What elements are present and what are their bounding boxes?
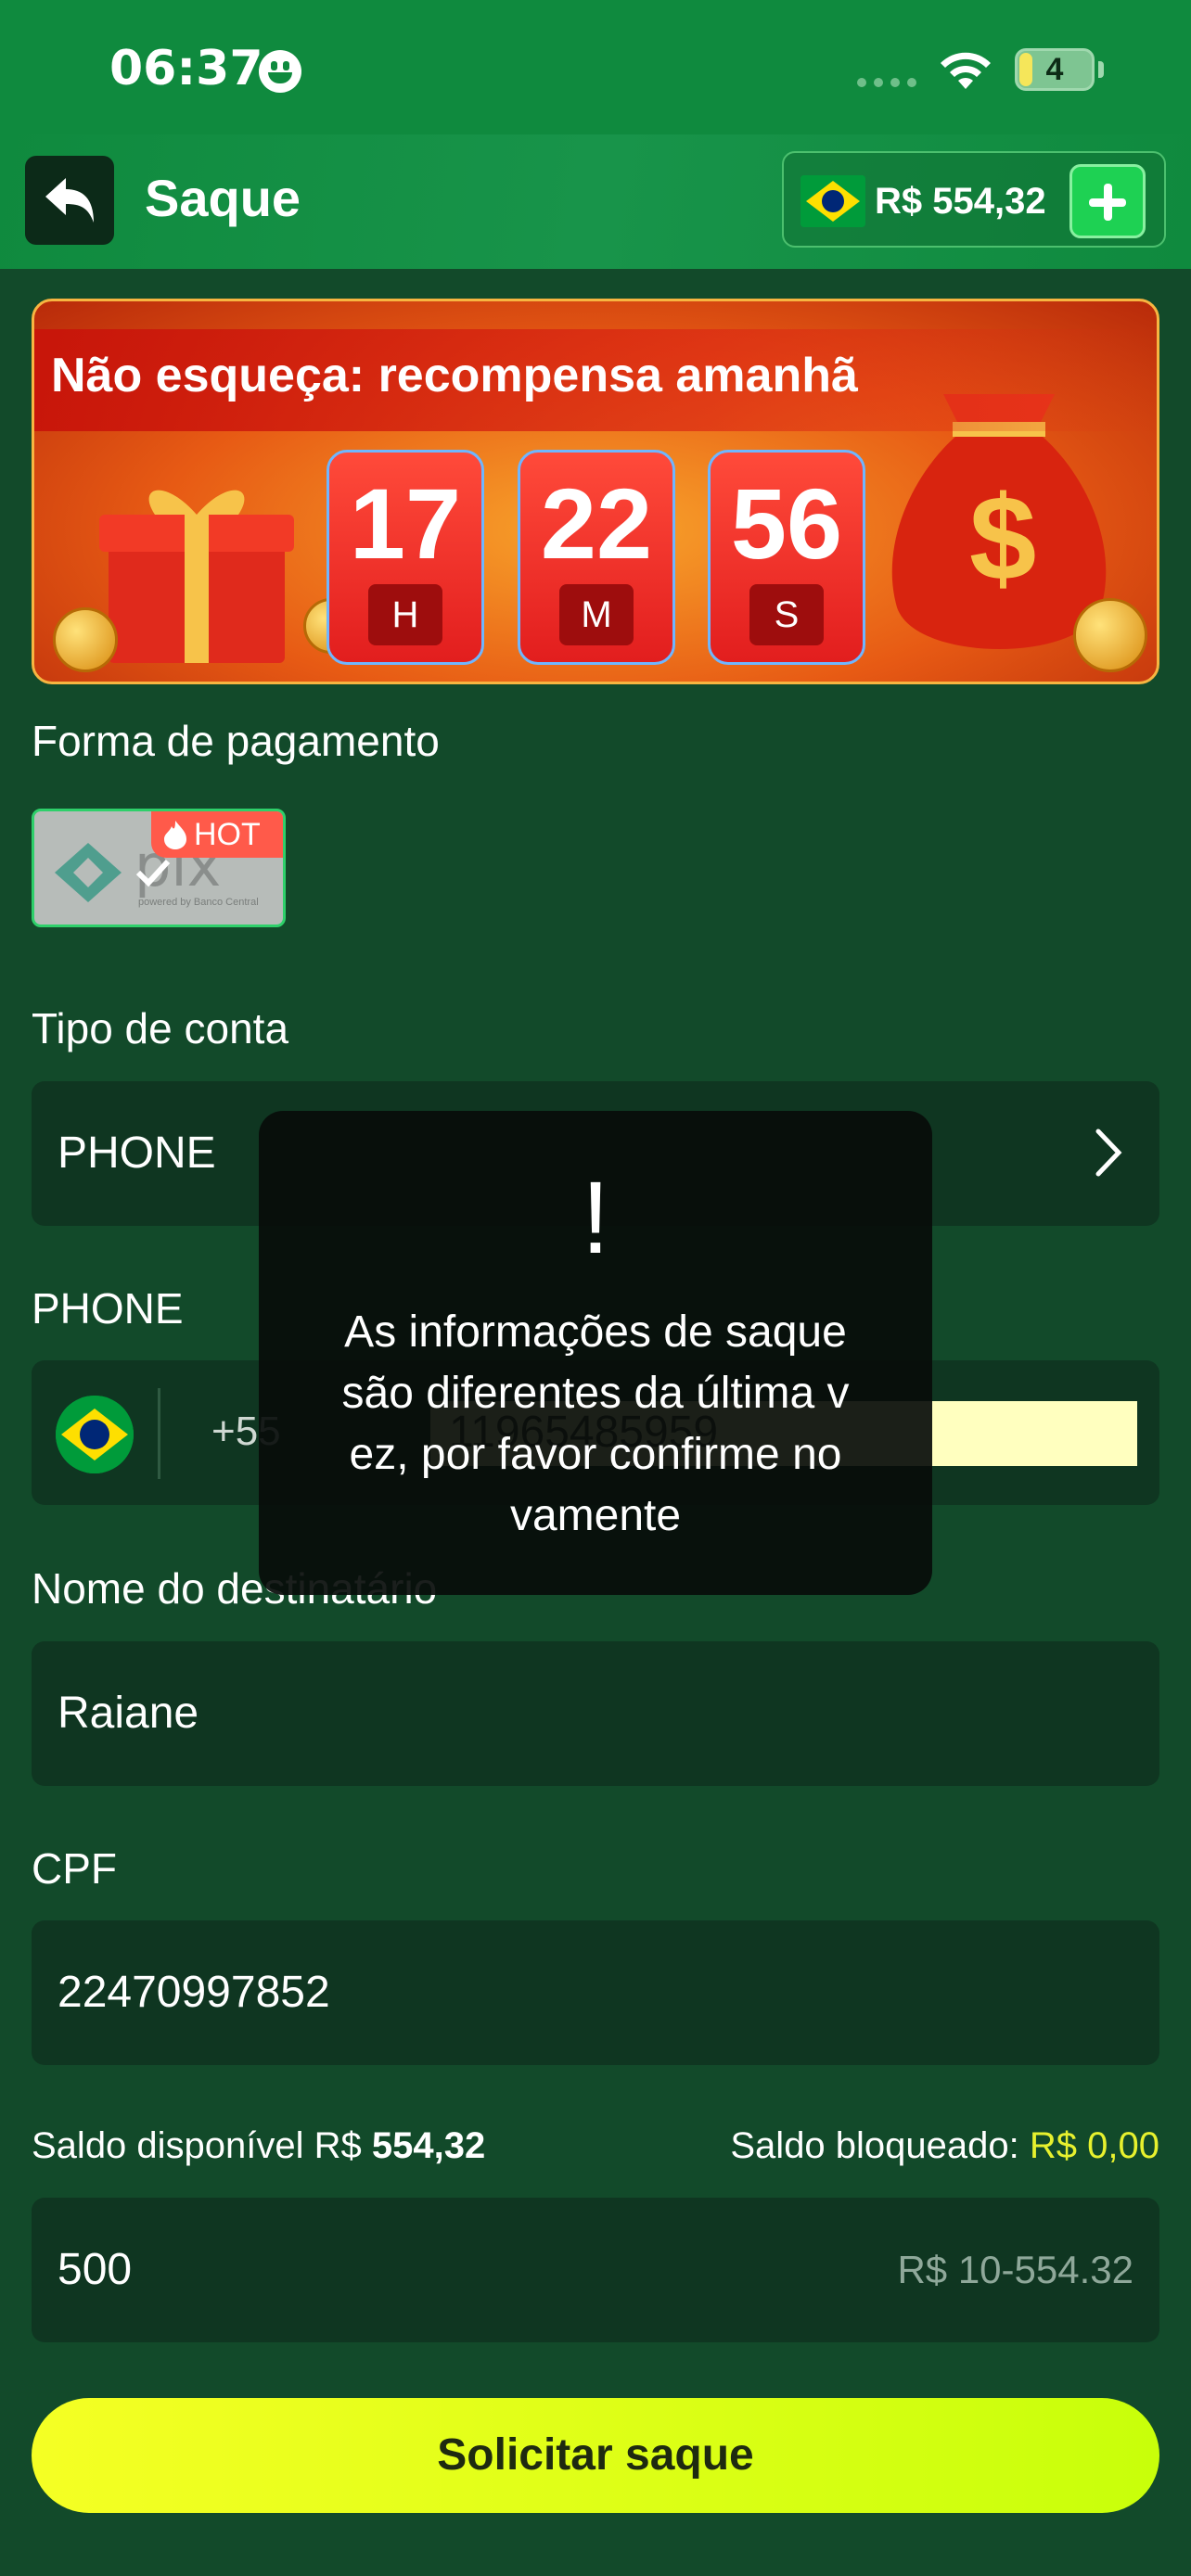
check-icon	[135, 859, 171, 887]
recipient-value: Raiane	[58, 1689, 199, 1738]
hot-badge: HOT	[151, 811, 283, 858]
toast-message: As informações de saque são diferentes d…	[341, 1307, 850, 1540]
back-arrow-icon	[45, 178, 94, 223]
banner-title: Não esqueça: recompensa amanhã	[51, 349, 858, 402]
status-time: 06:37	[109, 41, 263, 96]
cpf-label: CPF	[32, 1844, 117, 1893]
chevron-right-icon	[1095, 1129, 1122, 1177]
account-type-value: PHONE	[58, 1129, 216, 1178]
battery-icon: 4	[1015, 48, 1095, 91]
flame-icon	[164, 821, 186, 849]
brazil-flag-icon	[800, 175, 865, 227]
gift-box-icon	[99, 490, 294, 663]
page-title: Saque	[145, 169, 301, 227]
phone-label: PHONE	[32, 1284, 184, 1333]
pix-method-sub: powered by Banco Central	[138, 897, 259, 908]
cpf-input[interactable]: 22470997852	[32, 1920, 1159, 2065]
deposit-add-button[interactable]	[1069, 164, 1146, 238]
battery-level: 4	[1045, 52, 1064, 87]
amount-input[interactable]: 500 R$ 10-554.32	[32, 2198, 1159, 2342]
payment-method-label: Forma de pagamento	[32, 717, 440, 765]
balances-row: Saldo disponível R$ 554,32 Saldo bloquea…	[32, 2125, 1159, 2172]
amount-range-hint: R$ 10-554.32	[897, 2248, 1133, 2291]
header-balance: R$ 554,32	[875, 181, 1046, 222]
status-bar: 06:37 4	[0, 0, 1191, 134]
app-header: Saque R$ 554,32	[0, 134, 1191, 269]
smiley-face-icon	[259, 50, 301, 93]
timer-seconds: 56 S	[708, 450, 865, 665]
balance-pill: R$ 554,32	[782, 151, 1166, 248]
coin-icon	[53, 607, 118, 672]
account-type-label: Tipo de conta	[32, 1004, 289, 1052]
timer-minutes: 22 M	[518, 450, 675, 665]
cpf-value: 22470997852	[58, 1968, 330, 2017]
blocked-balance: Saldo bloqueado: R$ 0,00	[730, 2125, 1159, 2166]
pix-payment-option[interactable]: pix powered by Banco Central HOT	[32, 809, 286, 927]
request-withdrawal-button[interactable]: Solicitar saque	[32, 2398, 1159, 2513]
warning-toast: ! As informações de saque são diferentes…	[259, 1111, 932, 1595]
recipient-input[interactable]: Raiane	[32, 1641, 1159, 1786]
svg-text:$: $	[969, 470, 1036, 606]
amount-value: 500	[58, 2245, 133, 2294]
timer-hours: 17 H	[327, 450, 484, 665]
pix-logo-icon	[55, 843, 122, 902]
signal-icon	[857, 78, 916, 87]
reward-banner[interactable]: $ Não esqueça: recompensa amanhã 17 H 22…	[32, 299, 1159, 684]
exclamation-icon: !	[581, 1161, 610, 1275]
available-balance: Saldo disponível R$ 554,32	[32, 2125, 486, 2166]
back-button[interactable]	[25, 156, 114, 245]
coin-icon	[1073, 598, 1147, 672]
wifi-icon	[941, 52, 991, 89]
brazil-flag-icon	[56, 1396, 134, 1473]
